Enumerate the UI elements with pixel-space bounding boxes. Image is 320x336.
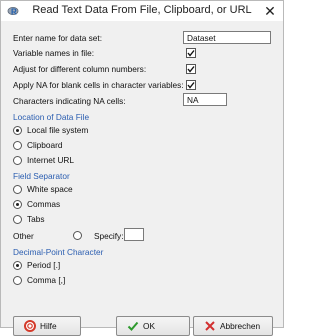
title-bar: R Read Text Data From File, Clipboard, o… bbox=[1, 1, 283, 21]
radio-icon bbox=[13, 141, 22, 150]
variable-names-label: Variable names in file: bbox=[13, 48, 95, 58]
radio-icon bbox=[13, 156, 22, 165]
window-title: Read Text Data From File, Clipboard, or … bbox=[32, 4, 252, 16]
radio-label: White space bbox=[27, 184, 73, 194]
decimal-section-title: Decimal-Point Character bbox=[13, 247, 104, 257]
ok-button-label: OK bbox=[143, 321, 155, 331]
na-blank-label: Apply NA for blank cells in character va… bbox=[13, 80, 184, 90]
dialog-content: Enter name for data set: Dataset Variabl… bbox=[1, 21, 283, 327]
radio-selected-icon bbox=[13, 126, 22, 135]
radio-label: Internet URL bbox=[27, 155, 75, 165]
cancel-x-icon bbox=[205, 321, 215, 331]
dataset-name-field[interactable]: Dataset bbox=[183, 31, 271, 44]
help-button-label: Hilfe bbox=[40, 321, 57, 331]
location-section-title: Location of Data File bbox=[13, 112, 90, 122]
na-chars-label: Characters indicating NA cells: bbox=[13, 96, 126, 106]
r-app-icon: R bbox=[7, 7, 19, 17]
variable-names-checkbox[interactable] bbox=[186, 48, 196, 58]
radio-selected-icon bbox=[13, 200, 22, 209]
radio-label: Comma [,] bbox=[27, 275, 66, 285]
radio-label: Period [.] bbox=[27, 260, 61, 270]
radio-selected-icon bbox=[13, 261, 22, 270]
radio-icon bbox=[13, 276, 22, 285]
dataset-name-label: Enter name for data set: bbox=[13, 33, 103, 43]
separator-other-radio[interactable] bbox=[73, 230, 85, 242]
cancel-button-label: Abbrechen bbox=[220, 321, 261, 331]
radio-label: Commas bbox=[27, 199, 61, 209]
radio-label: Clipboard bbox=[27, 140, 63, 150]
radio-label: Local file system bbox=[27, 125, 89, 135]
dialog-window: R Read Text Data From File, Clipboard, o… bbox=[0, 0, 284, 336]
radio-icon bbox=[13, 215, 22, 224]
adjust-columns-checkbox[interactable] bbox=[186, 64, 196, 74]
separator-section-title: Field Separator bbox=[13, 171, 70, 181]
adjust-columns-label: Adjust for different column numbers: bbox=[13, 64, 147, 74]
radio-icon bbox=[13, 185, 22, 194]
specify-label: Specify: bbox=[94, 231, 124, 241]
separator-other-label: Other bbox=[13, 231, 34, 241]
na-blank-checkbox[interactable] bbox=[186, 80, 196, 90]
cancel-button[interactable]: Abbrechen bbox=[193, 316, 273, 336]
ok-button[interactable]: OK bbox=[116, 316, 190, 336]
help-icon bbox=[24, 320, 36, 332]
svg-text:R: R bbox=[11, 8, 17, 17]
na-chars-field[interactable]: NA bbox=[183, 93, 227, 106]
help-button[interactable]: Hilfe bbox=[13, 316, 81, 336]
close-icon[interactable]: ✕ bbox=[263, 4, 277, 18]
specify-field[interactable] bbox=[124, 228, 144, 241]
radio-label: Tabs bbox=[27, 214, 45, 224]
radio-icon bbox=[73, 231, 82, 240]
ok-check-icon bbox=[127, 321, 139, 331]
